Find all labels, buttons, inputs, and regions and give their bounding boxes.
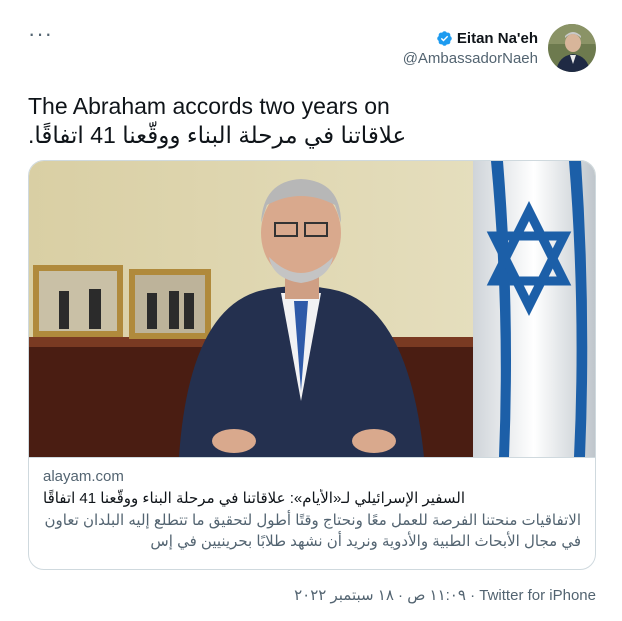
card-domain: alayam.com	[43, 468, 124, 485]
tweet-text-line-1: The Abraham accords two years on	[28, 93, 390, 119]
author-names: Eitan Na'eh @AmbassadorNaeh	[403, 30, 538, 67]
tweet-text-line-2: علاقاتنا في مرحلة البناء ووقّعنا 41 اتفا…	[28, 122, 407, 148]
tweet-container: ··· Eitan Na'eh @AmbassadorNaeh The Abra…	[0, 0, 622, 621]
more-options-icon[interactable]: ···	[28, 23, 53, 45]
card-image	[29, 161, 595, 457]
verified-badge-icon	[437, 30, 452, 46]
avatar-image	[548, 24, 596, 72]
author-header[interactable]: Eitan Na'eh @AmbassadorNaeh	[403, 24, 596, 72]
author-name-row[interactable]: Eitan Na'eh	[403, 30, 538, 47]
link-card[interactable]: alayam.com السفير الإسرائيلي لـ«الأيام»:…	[28, 160, 596, 570]
tweet-meta[interactable]: ١١:٠٩ ص · ١٨ سبتمبر ٢٠٢٢ · Twitter for i…	[294, 586, 596, 604]
card-description-line-2: في مجال الأبحاث الطبية والأدوية ونريد أن…	[150, 533, 581, 550]
tweet-text: The Abraham accords two years on علاقاتن…	[28, 92, 594, 150]
avatar[interactable]	[548, 24, 596, 72]
card-description-line-1: الاتفاقيات منحتنا الفرصة للعمل معًا ونحت…	[44, 512, 581, 529]
card-info: alayam.com السفير الإسرائيلي لـ«الأيام»:…	[29, 457, 595, 552]
card-description: الاتفاقيات منحتنا الفرصة للعمل معًا ونحت…	[43, 510, 581, 552]
author-handle[interactable]: @AmbassadorNaeh	[403, 50, 538, 67]
author-name: Eitan Na'eh	[456, 29, 538, 47]
card-title: السفير الإسرائيلي لـ«الأيام»: علاقاتنا ف…	[43, 490, 466, 507]
